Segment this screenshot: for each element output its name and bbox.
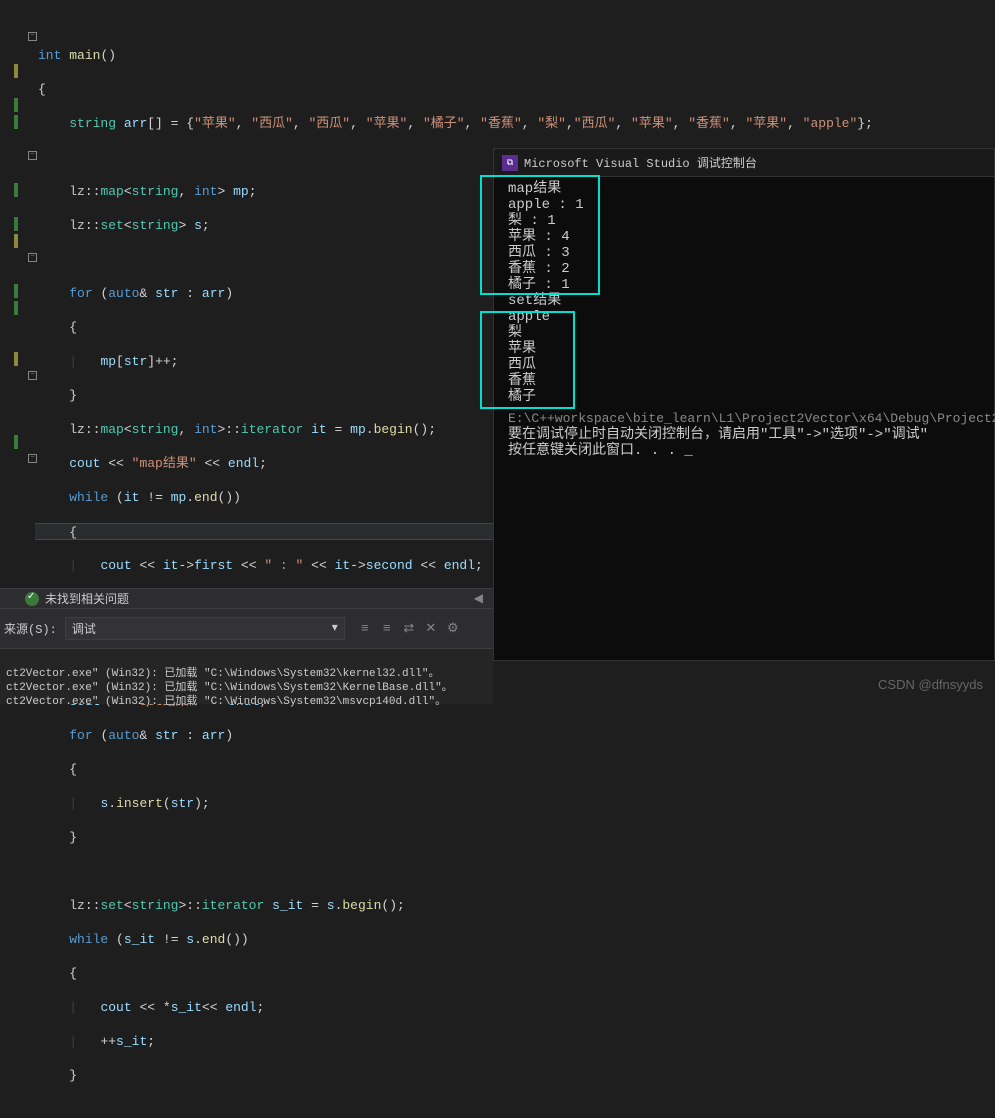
console-body[interactable]: map结果 apple : 1 梨 : 1 苹果 : 4 西瓜 : 3 香蕉 :… bbox=[494, 177, 994, 459]
output-text[interactable]: ct2Vector.exe" (Win32): 已加载 "C:\Windows\… bbox=[0, 649, 493, 713]
collapse-toggle[interactable]: − bbox=[28, 32, 37, 41]
breakpoint-marker[interactable] bbox=[14, 115, 18, 129]
console-path: E:\C++workspace\bite_learn\L1\Project2Ve… bbox=[508, 411, 994, 427]
breakpoint-marker[interactable] bbox=[14, 301, 18, 315]
console-line: 梨 bbox=[508, 325, 994, 341]
source-label: 来源(S): bbox=[4, 620, 57, 637]
breakpoint-marker[interactable] bbox=[14, 284, 18, 298]
indent-left-icon[interactable]: ≡ bbox=[357, 621, 373, 637]
console-hint: 按任意键关闭此窗口. . . _ bbox=[508, 443, 994, 459]
watermark: CSDN @dfnsyyds bbox=[878, 677, 983, 692]
collapse-toggle[interactable]: − bbox=[28, 371, 37, 380]
breakpoint-marker[interactable] bbox=[14, 98, 18, 112]
collapse-toggle[interactable]: − bbox=[28, 151, 37, 160]
scroll-left-icon[interactable]: ◀ bbox=[474, 591, 483, 606]
collapse-toggle[interactable]: − bbox=[28, 454, 37, 463]
console-line: 香蕉 bbox=[508, 373, 994, 389]
highlight-box bbox=[480, 311, 575, 409]
clear-icon[interactable]: ✕ bbox=[423, 621, 439, 637]
breakpoint-marker[interactable] bbox=[14, 435, 18, 449]
console-title-text: Microsoft Visual Studio 调试控制台 bbox=[524, 154, 757, 171]
console-line: set结果 bbox=[508, 293, 994, 309]
function: main bbox=[69, 48, 100, 63]
breakpoint-marker[interactable] bbox=[14, 64, 18, 78]
console-line: 西瓜 bbox=[508, 357, 994, 373]
keyword: int bbox=[38, 48, 61, 63]
gutter: − − − − − bbox=[0, 0, 35, 588]
indent-right-icon[interactable]: ≡ bbox=[379, 621, 395, 637]
status-message: 未找到相关问题 bbox=[45, 590, 129, 607]
panel-toolbar: 来源(S): 调试▾ ≡ ≡ ⇄ ✕ ⚙ bbox=[0, 609, 493, 649]
breakpoint-marker[interactable] bbox=[14, 234, 18, 248]
settings-icon[interactable]: ⚙ bbox=[445, 621, 461, 637]
status-bar: 未找到相关问题 ◀ bbox=[0, 588, 493, 608]
vs-icon: ⧉ bbox=[502, 155, 518, 171]
wrap-icon[interactable]: ⇄ bbox=[401, 621, 417, 637]
console-line: 橘子 bbox=[508, 389, 994, 405]
debug-console-window[interactable]: ⧉ Microsoft Visual Studio 调试控制台 map结果 ap… bbox=[493, 148, 995, 661]
output-panel: 来源(S): 调试▾ ≡ ≡ ⇄ ✕ ⚙ ct2Vector.exe" (Win… bbox=[0, 608, 493, 704]
breakpoint-marker[interactable] bbox=[14, 217, 18, 231]
highlight-box bbox=[480, 175, 600, 295]
console-hint: 要在调试停止时自动关闭控制台，请启用"工具"->"选项"->"调试" bbox=[508, 427, 994, 443]
console-line: apple bbox=[508, 309, 994, 325]
punct: () bbox=[100, 48, 116, 63]
console-line: 苹果 bbox=[508, 341, 994, 357]
collapse-toggle[interactable]: − bbox=[28, 253, 37, 262]
source-dropdown[interactable]: 调试▾ bbox=[65, 617, 345, 640]
console-titlebar[interactable]: ⧉ Microsoft Visual Studio 调试控制台 bbox=[494, 149, 994, 177]
check-icon bbox=[25, 592, 39, 606]
breakpoint-marker[interactable] bbox=[14, 352, 18, 366]
breakpoint-marker[interactable] bbox=[14, 183, 18, 197]
